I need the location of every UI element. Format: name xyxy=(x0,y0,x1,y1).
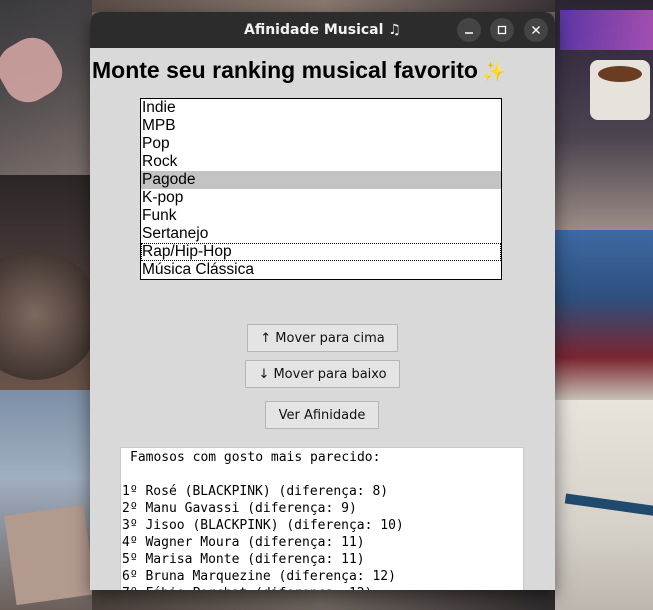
genre-list-item[interactable]: K-pop xyxy=(141,189,501,207)
genre-list-item[interactable]: MPB xyxy=(141,117,501,135)
result-entry: 1º Rosé (BLACKPINK) (diferença: 8) xyxy=(122,484,389,499)
wallpaper-decoration xyxy=(4,504,96,606)
genre-list-item[interactable]: Pagode xyxy=(141,171,501,189)
result-entry: 6º Bruna Marquezine (diferença: 12) xyxy=(122,569,396,584)
sparkles-icon: ✨ xyxy=(481,62,506,83)
wallpaper-decoration xyxy=(92,0,555,12)
wallpaper-decoration xyxy=(560,10,653,50)
genre-list-item[interactable]: Funk xyxy=(141,207,501,225)
window-title: Afinidade Musical xyxy=(244,22,384,38)
result-entry: 2º Manu Gavassi (diferença: 9) xyxy=(122,501,357,516)
result-entry: 7º Fábio Porchat (diferença: 12) xyxy=(122,585,523,590)
genre-list-item[interactable]: Sertanejo xyxy=(141,225,501,243)
move-up-button[interactable]: ↑ Mover para cima xyxy=(247,324,398,352)
result-entry: 3º Jisoo (BLACKPINK) (diferença: 10) xyxy=(122,518,404,533)
view-affinity-button[interactable]: Ver Afinidade xyxy=(265,401,379,429)
window-titlebar[interactable]: Afinidade Musical ♫ xyxy=(90,12,555,48)
minimize-button[interactable] xyxy=(457,18,481,42)
close-icon xyxy=(532,26,540,34)
close-button[interactable] xyxy=(524,18,548,42)
move-down-button[interactable]: ↓ Mover para baixo xyxy=(245,360,400,388)
music-note-icon: ♫ xyxy=(388,22,401,38)
result-entry: 5º Marisa Monte (diferença: 11) xyxy=(122,552,365,567)
genre-list-item[interactable]: Rock xyxy=(141,153,501,171)
maximize-icon xyxy=(497,25,507,35)
genre-list-item[interactable]: Pop xyxy=(141,135,501,153)
genre-list-item[interactable]: Rap/Hip-Hop xyxy=(141,243,501,261)
page-title: Monte seu ranking musical favorito ✨ xyxy=(92,57,506,84)
maximize-button[interactable] xyxy=(490,18,514,42)
wallpaper-decoration xyxy=(598,66,642,82)
wallpaper-decoration xyxy=(92,590,555,610)
genre-list-item[interactable]: Música Clássica xyxy=(141,261,501,279)
page-title-text: Monte seu ranking musical favorito xyxy=(92,57,478,83)
result-entry: 4º Wagner Moura (diferença: 11) xyxy=(122,535,365,550)
genre-list-item[interactable]: Indie xyxy=(141,99,501,117)
results-header: Famosos com gosto mais parecido: xyxy=(130,450,381,465)
genre-ranking-list[interactable]: Indie MPB Pop Rock Pagode K-pop Funk Sertanejo R… xyxy=(140,98,502,280)
wallpaper-decoration xyxy=(555,230,653,400)
results-spacer xyxy=(122,466,523,483)
minimize-icon xyxy=(465,32,473,34)
app-window: Afinidade Musical ♫ Monte seu ranking mu… xyxy=(90,12,555,590)
results-textbox[interactable]: Famosos com gosto mais parecido: 1º Rosé… xyxy=(120,447,524,590)
